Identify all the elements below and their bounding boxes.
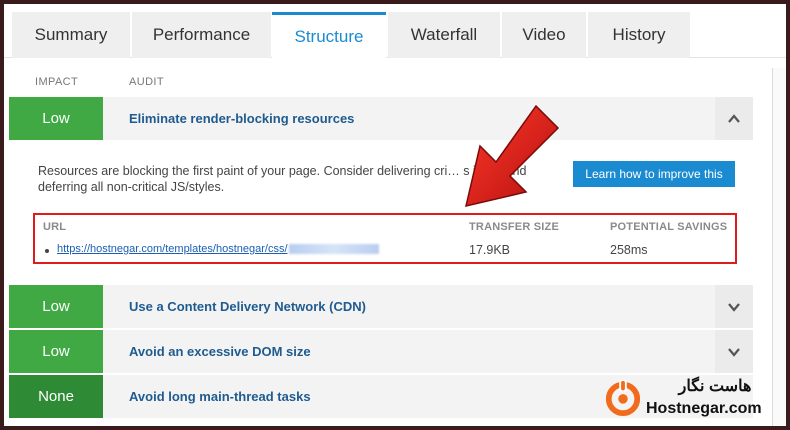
audit-detail: Resources are blocking the first paint o…: [9, 143, 753, 283]
impact-badge: None: [9, 375, 103, 418]
brand-logo: هاست نگار Hostnegar.com: [600, 376, 786, 426]
column-header-audit: AUDIT: [129, 76, 164, 88]
resource-url-link[interactable]: https://hostnegar.com/templates/hostnega…: [57, 243, 379, 255]
transfer-size-value: 17.9KB: [469, 243, 511, 257]
audit-row-cdn[interactable]: Low Use a Content Delivery Network (CDN): [9, 285, 753, 328]
report-frame: Summary Performance Structure Waterfall …: [4, 4, 786, 426]
audit-row-render-blocking[interactable]: Low Eliminate render-blocking resources: [9, 97, 753, 140]
tab-bar: Summary Performance Structure Waterfall …: [4, 4, 786, 59]
tab-summary[interactable]: Summary: [12, 12, 130, 58]
tab-waterfall[interactable]: Waterfall: [388, 12, 500, 58]
tab-structure[interactable]: Structure: [272, 12, 386, 59]
blurred-filename: [288, 244, 379, 255]
tab-history[interactable]: History: [588, 12, 690, 58]
audit-title: Avoid long main-thread tasks: [129, 389, 311, 404]
impact-badge: Low: [9, 285, 103, 328]
tab-video[interactable]: Video: [502, 12, 586, 58]
tab-performance[interactable]: Performance: [132, 12, 271, 58]
impact-badge: Low: [9, 97, 103, 140]
audit-title: Use a Content Delivery Network (CDN): [129, 299, 366, 314]
power-logo-icon: [605, 379, 641, 416]
learn-how-button[interactable]: Learn how to improve this: [573, 161, 735, 187]
red-arrow-icon: [464, 104, 560, 208]
table-header-potential-savings: POTENTIAL SAVINGS: [610, 221, 728, 233]
table-header-transfer-size: TRANSFER SIZE: [469, 221, 559, 233]
column-header-impact: IMPACT: [35, 76, 79, 88]
logo-text-fa: هاست نگار: [678, 378, 752, 395]
chevron-down-icon[interactable]: [715, 285, 753, 328]
audit-row-dom-size[interactable]: Low Avoid an excessive DOM size: [9, 330, 753, 373]
chevron-up-icon[interactable]: [715, 97, 753, 140]
table-header-url: URL: [43, 221, 67, 233]
resource-url-text: https://hostnegar.com/templates/hostnega…: [57, 243, 288, 255]
scrollbar[interactable]: [772, 68, 786, 426]
list-bullet: [45, 249, 49, 253]
audit-title: Eliminate render-blocking resources: [129, 111, 355, 126]
potential-savings-value: 258ms: [610, 243, 648, 257]
highlighted-resource-table: URL TRANSFER SIZE POTENTIAL SAVINGS http…: [33, 213, 737, 264]
chevron-down-icon[interactable]: [715, 330, 753, 373]
logo-text-en: Hostnegar.com: [646, 400, 762, 417]
impact-badge: Low: [9, 330, 103, 373]
audit-title: Avoid an excessive DOM size: [129, 344, 311, 359]
